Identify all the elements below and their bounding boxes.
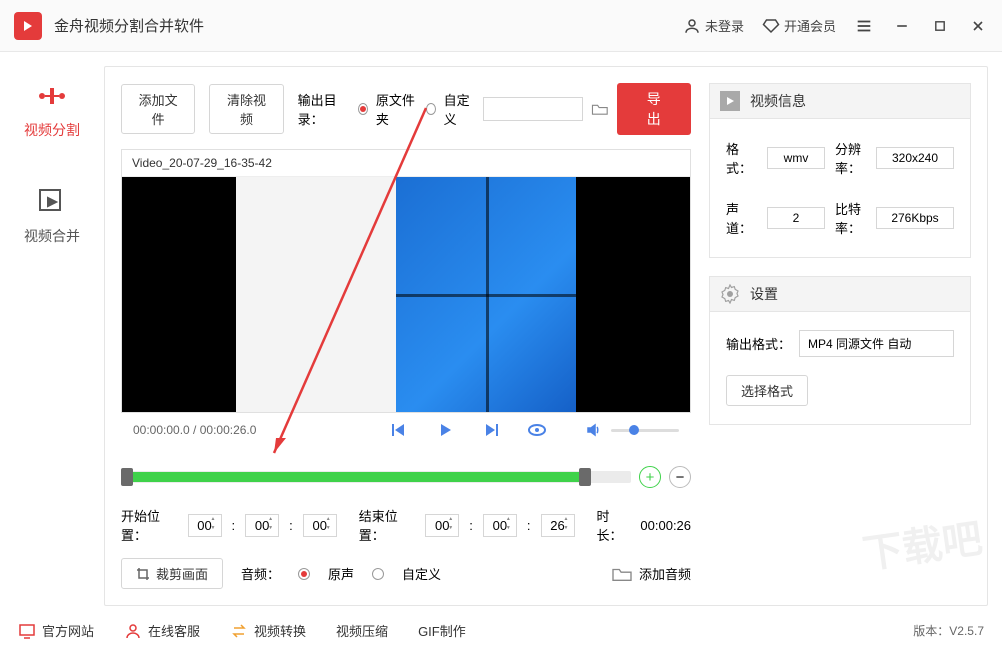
resolution-value: 320x240	[876, 147, 954, 169]
login-button[interactable]: 未登录	[683, 16, 744, 35]
version-label: 版本：V2.5.7	[913, 622, 984, 639]
monitor-icon	[18, 622, 36, 640]
audio-label: 音频：	[241, 564, 280, 583]
output-path-input[interactable]	[483, 97, 583, 121]
sidebar-item-merge[interactable]: 视频合并	[24, 186, 80, 246]
crop-icon	[136, 567, 150, 581]
gear-icon	[720, 284, 740, 304]
minimize-icon	[894, 18, 910, 34]
close-button[interactable]	[968, 16, 988, 36]
start-sec-input[interactable]: 00▲▼	[303, 514, 337, 537]
export-button[interactable]: 导出	[617, 83, 691, 135]
time-display: 00:00:00.0 / 00:00:26.0	[133, 423, 256, 437]
convert-icon	[230, 622, 248, 640]
start-pos-label: 开始位置：	[121, 506, 178, 544]
minimize-button[interactable]	[892, 16, 912, 36]
duration-label: 时长：	[597, 506, 631, 544]
vip-button[interactable]: 开通会员	[762, 16, 836, 35]
footer-compress[interactable]: 视频压缩	[336, 621, 388, 640]
footer-gif[interactable]: GIF制作	[418, 621, 466, 640]
start-min-input[interactable]: 00▲▼	[245, 514, 279, 537]
add-audio-button[interactable]: 添加音频	[611, 564, 691, 583]
maximize-button[interactable]	[930, 16, 950, 36]
radio-original-audio[interactable]	[298, 568, 310, 580]
app-logo	[14, 12, 42, 40]
channel-value: 2	[767, 207, 825, 229]
add-file-button[interactable]: 添加文件	[121, 84, 195, 134]
range-remove-button[interactable]: −	[669, 466, 691, 488]
split-icon	[36, 80, 68, 112]
end-sec-input[interactable]: 26▲▼	[541, 514, 575, 537]
step-fwd-button[interactable]	[482, 421, 500, 439]
choose-format-button[interactable]: 选择格式	[726, 375, 808, 406]
resolution-label: 分辨率：	[835, 139, 866, 177]
footer-convert[interactable]: 视频转换	[230, 621, 306, 640]
duration-value: 00:00:26	[640, 518, 691, 533]
range-add-button[interactable]: +	[639, 466, 661, 488]
play-button[interactable]	[436, 421, 454, 439]
footer-support[interactable]: 在线客服	[124, 621, 200, 640]
step-back-button[interactable]	[390, 421, 408, 439]
footer-website[interactable]: 官方网站	[18, 621, 94, 640]
sidebar-item-split[interactable]: 视频分割	[24, 80, 80, 140]
radio-custom-folder[interactable]	[426, 103, 436, 115]
contact-icon	[124, 622, 142, 640]
browse-folder-icon[interactable]	[591, 100, 609, 118]
format-value: wmv	[767, 147, 825, 169]
format-label: 格式：	[726, 139, 757, 177]
app-title: 金舟视频分割合并软件	[54, 15, 204, 36]
merge-icon	[36, 186, 68, 218]
hamburger-icon	[855, 17, 873, 35]
play-square-icon	[720, 91, 740, 111]
crop-button[interactable]: 裁剪画面	[121, 558, 223, 589]
volume-icon[interactable]	[585, 421, 603, 439]
volume-slider[interactable]	[611, 429, 679, 432]
video-preview[interactable]	[122, 177, 690, 412]
end-min-input[interactable]: 00▲▼	[483, 514, 517, 537]
end-pos-label: 结束位置：	[359, 506, 416, 544]
channel-label: 声道：	[726, 199, 757, 237]
output-dir-label: 输出目录：	[298, 90, 350, 128]
video-info-header: 视频信息	[709, 83, 971, 119]
diamond-icon	[762, 17, 780, 35]
close-icon	[970, 18, 986, 34]
bitrate-value: 276Kbps	[876, 207, 954, 229]
video-filename: Video_20-07-29_16-35-42	[122, 150, 690, 177]
end-hour-input[interactable]: 00▲▼	[425, 514, 459, 537]
output-format-label: 输出格式：	[726, 334, 791, 353]
radio-original-folder[interactable]	[358, 103, 368, 115]
preview-button[interactable]	[528, 421, 546, 439]
user-icon	[683, 17, 701, 35]
settings-header: 设置	[709, 276, 971, 312]
menu-button[interactable]	[854, 16, 874, 36]
clip-range-slider[interactable]	[121, 471, 631, 483]
video-preview-panel: Video_20-07-29_16-35-42	[121, 149, 691, 413]
output-format-combo[interactable]: MP4 同源文件 自动	[799, 330, 954, 357]
start-hour-input[interactable]: 00▲▼	[188, 514, 222, 537]
bitrate-label: 比特率：	[835, 199, 866, 237]
clear-video-button[interactable]: 清除视频	[209, 84, 283, 134]
folder-icon	[611, 565, 633, 583]
maximize-icon	[933, 19, 947, 33]
radio-custom-audio[interactable]	[372, 568, 384, 580]
